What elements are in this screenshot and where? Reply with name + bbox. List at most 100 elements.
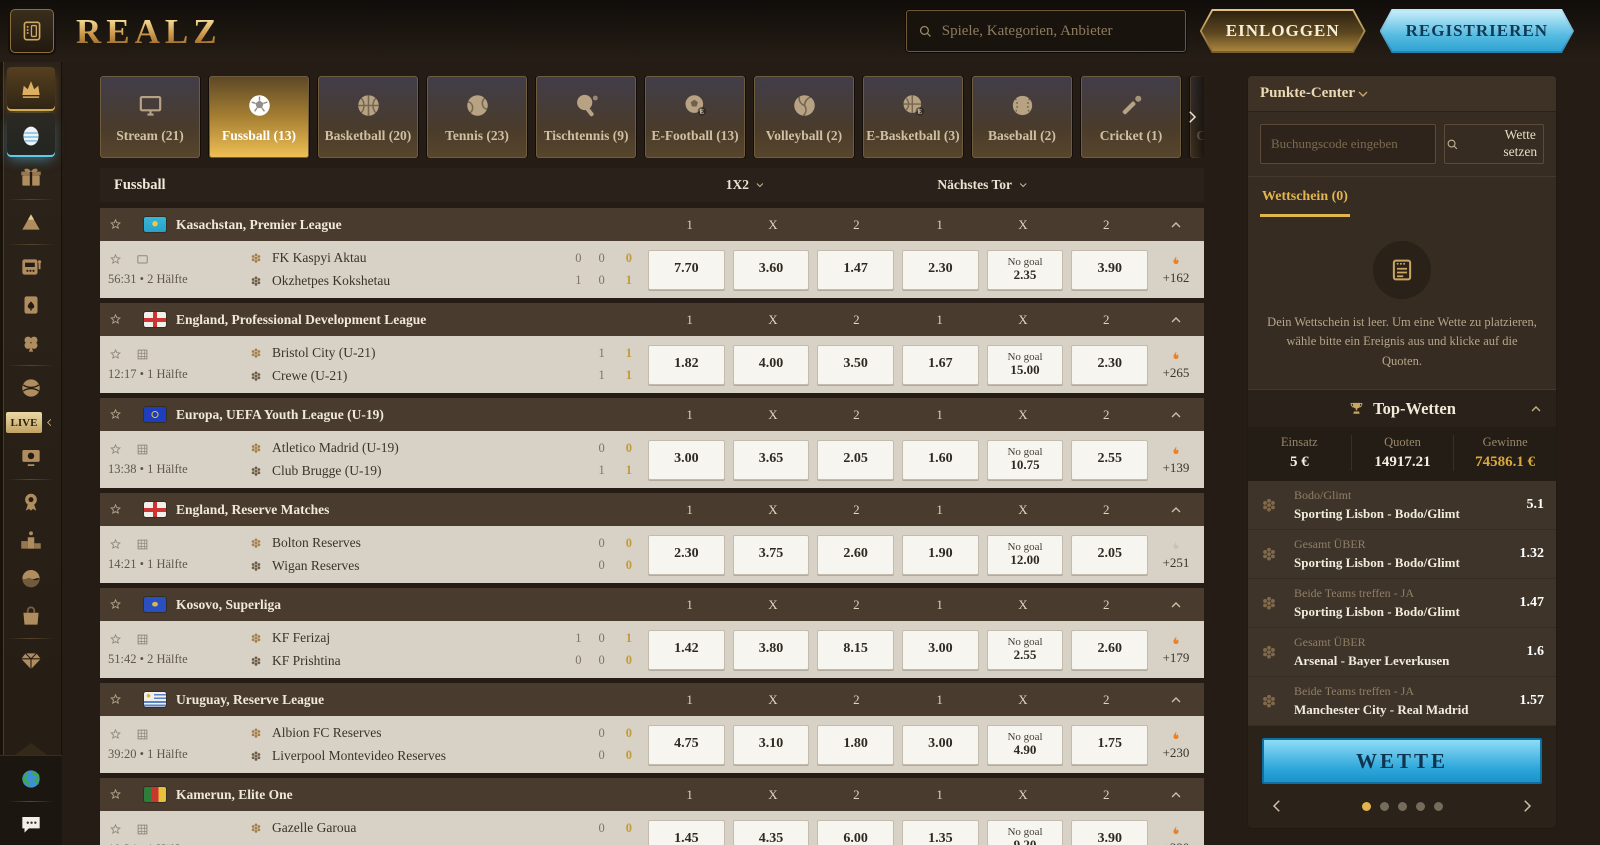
league-header[interactable]: England, Reserve Matches1X21X2 bbox=[100, 493, 1204, 526]
favorite-star-icon[interactable] bbox=[108, 502, 144, 517]
odd-button[interactable]: 4.75 bbox=[648, 725, 725, 765]
match-teams[interactable]: Gazelle GarouaAigle Royal Menoua bbox=[248, 820, 538, 845]
collapse-league-button[interactable] bbox=[1148, 217, 1204, 233]
match-row[interactable]: 56:31 • 2 HälfteFK Kaspyi AktauOkzhetpes… bbox=[100, 241, 1204, 298]
tab-volleyball[interactable]: Volleyball (2) bbox=[754, 76, 854, 158]
sidebar-item-egg-hunt[interactable] bbox=[7, 113, 55, 157]
favorite-star-icon[interactable] bbox=[108, 597, 144, 612]
match-teams[interactable]: Bristol City (U-21)Crewe (U-21) bbox=[248, 345, 538, 384]
top-bet-row[interactable]: Gesamt ÜBERArsenal - Bayer Leverkusen1.6 bbox=[1248, 628, 1556, 677]
odd-button[interactable]: 1.42 bbox=[648, 630, 725, 670]
odd-button[interactable]: 4.00 bbox=[733, 345, 810, 385]
tab-baseball[interactable]: Baseball (2) bbox=[972, 76, 1072, 158]
sidebar-item-fortune[interactable] bbox=[7, 560, 55, 596]
match-teams[interactable]: FK Kaspyi AktauOkzhetpes Kokshetau bbox=[248, 250, 538, 289]
odd-button[interactable]: 3.00 bbox=[648, 440, 725, 480]
pagination-dot[interactable] bbox=[1362, 802, 1371, 811]
sidebar-item-vip[interactable] bbox=[7, 643, 55, 679]
top-bet-row[interactable]: Beide Teams treffen - JASporting Lisbon … bbox=[1248, 579, 1556, 628]
chevron-left-icon[interactable] bbox=[1268, 797, 1286, 815]
sidebar-item-language[interactable] bbox=[7, 761, 55, 797]
odd-button[interactable]: 3.80 bbox=[733, 630, 810, 670]
odd-button[interactable]: 2.30 bbox=[648, 535, 725, 575]
tab-tennis[interactable]: Tennis (23) bbox=[427, 76, 527, 158]
league-header[interactable]: Kamerun, Elite One1X21X2 bbox=[100, 778, 1204, 811]
bet-boost[interactable]: +230 bbox=[1148, 729, 1204, 761]
odd-button[interactable]: 8.15 bbox=[817, 630, 894, 670]
register-button[interactable]: REGISTRIEREN bbox=[1382, 11, 1572, 51]
odd-button[interactable]: 4.35 bbox=[733, 820, 810, 845]
collapse-league-button[interactable] bbox=[1148, 502, 1204, 518]
favorite-star-icon[interactable] bbox=[108, 537, 123, 552]
top-bets-header[interactable]: Top-Wetten bbox=[1248, 389, 1556, 427]
points-center-header[interactable]: Punkte-Center bbox=[1248, 76, 1556, 112]
odd-button[interactable]: 2.60 bbox=[817, 535, 894, 575]
collapse-league-button[interactable] bbox=[1148, 312, 1204, 328]
odd-button[interactable]: 2.55 bbox=[1071, 440, 1148, 480]
match-row[interactable]: 51:42 • 2 HälfteKF FerizajKF Prishtina10… bbox=[100, 621, 1204, 678]
tabs-scroll-right[interactable] bbox=[1180, 76, 1204, 158]
odd-button[interactable]: 2.30 bbox=[1071, 345, 1148, 385]
odd-button[interactable]: 7.70 bbox=[648, 250, 725, 290]
odd-button[interactable]: No goal9.20 bbox=[987, 820, 1064, 845]
collapse-league-button[interactable] bbox=[1148, 597, 1204, 613]
odd-button[interactable]: 1.45 bbox=[648, 820, 725, 845]
chevron-down-icon[interactable] bbox=[1355, 86, 1371, 102]
tab-efootball[interactable]: EE-Football (13) bbox=[645, 76, 745, 158]
sidebar-item-table-games[interactable] bbox=[7, 287, 55, 323]
sidebar-item-support-chat[interactable] bbox=[7, 806, 55, 842]
odd-button[interactable]: 1.60 bbox=[902, 440, 979, 480]
odd-button[interactable]: No goal4.90 bbox=[987, 725, 1064, 765]
sidebar-item-sports[interactable] bbox=[7, 370, 55, 406]
odd-button[interactable]: 1.82 bbox=[648, 345, 725, 385]
sidebar-item-live[interactable]: LIVE bbox=[6, 412, 55, 433]
odd-button[interactable]: No goal12.00 bbox=[987, 535, 1064, 575]
sidebar-item-slots[interactable] bbox=[7, 249, 55, 285]
match-row[interactable]: 13:38 • 1 HälfteAtletico Madrid (U-19)Cl… bbox=[100, 431, 1204, 488]
bet-boost[interactable]: +179 bbox=[1148, 634, 1204, 666]
pagination-dot[interactable] bbox=[1380, 802, 1389, 811]
bet-boost[interactable]: +251 bbox=[1148, 539, 1204, 571]
league-header[interactable]: Uruguay, Reserve League1X21X2 bbox=[100, 683, 1204, 716]
pagination-dot[interactable] bbox=[1398, 802, 1407, 811]
market-select-1x2[interactable]: 1X2 bbox=[726, 168, 766, 202]
favorite-star-icon[interactable] bbox=[108, 252, 123, 267]
market-select-next-goal[interactable]: Nächstes Tor bbox=[937, 168, 1029, 202]
favorite-star-icon[interactable] bbox=[108, 787, 144, 802]
tab-monitor[interactable]: Stream (21) bbox=[100, 76, 200, 158]
odd-button[interactable]: 3.00 bbox=[902, 725, 979, 765]
odd-button[interactable]: 3.90 bbox=[1071, 820, 1148, 845]
odd-button[interactable]: 1.75 bbox=[1071, 725, 1148, 765]
odd-button[interactable]: 2.30 bbox=[902, 250, 979, 290]
tab-cricket[interactable]: Cricket (1) bbox=[1081, 76, 1181, 158]
favorite-star-icon[interactable] bbox=[108, 312, 144, 327]
chevron-right-icon[interactable] bbox=[1518, 797, 1536, 815]
match-row[interactable]: 12:17 • 1 HälfteBristol City (U-21)Crewe… bbox=[100, 336, 1204, 393]
match-teams[interactable]: KF FerizajKF Prishtina bbox=[248, 630, 538, 669]
sidebar-item-shop[interactable] bbox=[7, 598, 55, 634]
collapse-league-button[interactable] bbox=[1148, 407, 1204, 423]
favorite-star-icon[interactable] bbox=[108, 692, 144, 707]
odd-button[interactable]: 3.00 bbox=[902, 630, 979, 670]
sidebar-item-casino-top[interactable] bbox=[7, 67, 55, 111]
search-box[interactable] bbox=[906, 10, 1186, 52]
bet-button[interactable]: WETTE bbox=[1262, 738, 1542, 784]
tab-ebasketball[interactable]: EE-Basketball (3) bbox=[863, 76, 963, 158]
booking-code-input[interactable] bbox=[1260, 124, 1436, 164]
odd-button[interactable]: No goal15.00 bbox=[987, 345, 1064, 385]
odd-button[interactable]: 2.60 bbox=[1071, 630, 1148, 670]
match-teams[interactable]: Bolton ReservesWigan Reserves bbox=[248, 535, 538, 574]
favorite-star-icon[interactable] bbox=[108, 632, 123, 647]
match-row[interactable]: 10:34 • 1 HälfteGazelle GarouaAigle Roya… bbox=[100, 811, 1204, 845]
favorite-star-icon[interactable] bbox=[108, 727, 123, 742]
top-bet-row[interactable]: Gesamt ÜBERSporting Lisbon - Bodo/Glimt1… bbox=[1248, 530, 1556, 579]
league-header[interactable]: England, Professional Development League… bbox=[100, 303, 1204, 336]
odd-button[interactable]: 3.10 bbox=[733, 725, 810, 765]
odd-button[interactable]: 6.00 bbox=[817, 820, 894, 845]
bet-boost[interactable]: +139 bbox=[1148, 444, 1204, 476]
collapse-league-button[interactable] bbox=[1148, 692, 1204, 708]
league-header[interactable]: Kasachstan, Premier League1X21X2 bbox=[100, 208, 1204, 241]
match-teams[interactable]: Albion FC ReservesLiverpool Montevideo R… bbox=[248, 725, 538, 764]
chevron-up-icon[interactable] bbox=[1528, 401, 1544, 417]
bet-boost[interactable]: +290 bbox=[1148, 824, 1204, 845]
